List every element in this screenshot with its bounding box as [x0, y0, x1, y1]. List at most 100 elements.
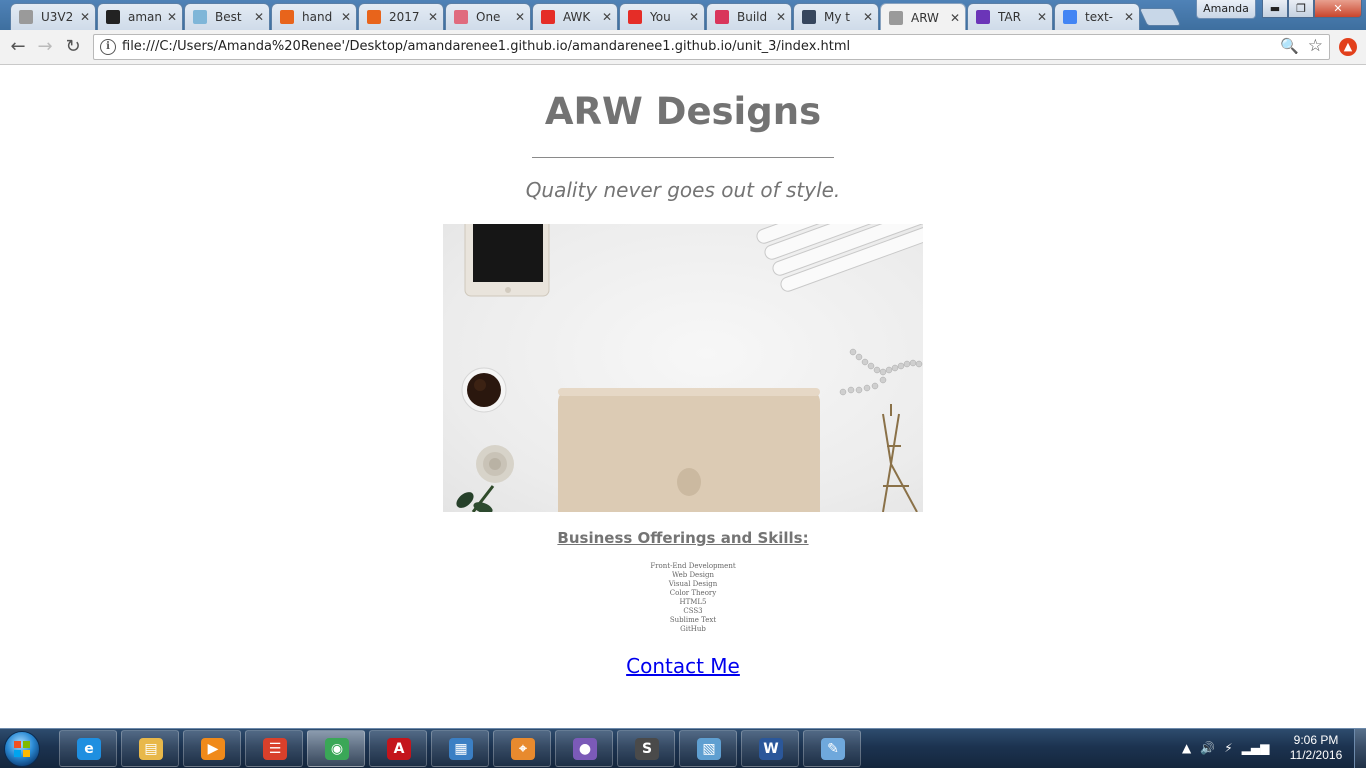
network-signal-icon[interactable]: ▂▄▆	[1242, 741, 1270, 755]
minimize-button[interactable]: ▬	[1262, 0, 1288, 18]
reload-button[interactable]: ↻	[62, 36, 84, 58]
profile-button[interactable]: Amanda	[1196, 0, 1256, 19]
address-bar[interactable]: i file:///C:/Users/Amanda%20Renee'/Deskt…	[93, 34, 1330, 60]
browser-tab[interactable]: text- ✕	[1054, 3, 1140, 30]
back-button[interactable]: ←	[7, 36, 29, 58]
bookmark-star-icon[interactable]: ☆	[1308, 36, 1323, 56]
close-tab-icon[interactable]: ✕	[949, 11, 961, 25]
close-tab-icon[interactable]: ✕	[427, 10, 439, 24]
tab-title: Build	[737, 10, 768, 24]
taskbar-app-button[interactable]: ▤	[121, 730, 179, 767]
taskbar-app-button[interactable]: W	[741, 730, 799, 767]
taskbar-app-button[interactable]: ✎	[803, 730, 861, 767]
circle-icon	[976, 10, 990, 24]
pearl-necklace-graphic	[839, 348, 923, 396]
browser-tab[interactable]: Best ✕	[184, 3, 270, 30]
taskbar-app-button[interactable]: A	[369, 730, 427, 767]
close-tab-icon[interactable]: ✕	[1123, 10, 1135, 24]
etsy-icon	[280, 10, 294, 24]
tab-title: TAR	[998, 10, 1021, 24]
page-icon	[19, 10, 33, 24]
github-desktop-icon: ●	[573, 738, 597, 760]
close-window-button[interactable]: ✕	[1314, 0, 1362, 18]
close-tab-icon[interactable]: ✕	[601, 10, 613, 24]
browser-tab[interactable]: My t ✕	[793, 3, 879, 30]
todoist-icon: ☰	[263, 738, 287, 760]
github-icon	[106, 10, 120, 24]
title-divider	[532, 157, 834, 158]
taskbar-app-button[interactable]: ☰	[245, 730, 303, 767]
taskbar-app-button[interactable]: ▦	[431, 730, 489, 767]
skill-item: Sublime Text	[669, 616, 717, 624]
skill-item: Front-End Development	[650, 562, 736, 570]
taskbar-app-button[interactable]: ●	[555, 730, 613, 767]
power-icon[interactable]: ⚡	[1224, 741, 1232, 755]
close-tab-icon[interactable]: ✕	[1036, 10, 1048, 24]
new-tab-button[interactable]	[1138, 8, 1182, 26]
tab-title: You	[650, 10, 671, 24]
ga-icon	[715, 10, 729, 24]
info-icon[interactable]: i	[100, 39, 116, 55]
taskbar-clock[interactable]: 9:06 PM 11/2/2016	[1282, 733, 1350, 763]
tab-title: hand	[302, 10, 333, 24]
web-page: ARW Designs Quality never goes out of st…	[0, 66, 1366, 728]
file-explorer-icon: ▤	[139, 738, 163, 760]
skill-item: GitHub	[680, 625, 706, 633]
maximize-button[interactable]: ❐	[1288, 0, 1314, 18]
contact-me-link[interactable]: Contact Me	[0, 654, 1366, 678]
browser-tab[interactable]: AWK ✕	[532, 3, 618, 30]
taskbar-app-button[interactable]: ⌖	[493, 730, 551, 767]
url-text[interactable]: file:///C:/Users/Amanda%20Renee'/Desktop…	[122, 39, 850, 54]
browser-tab[interactable]: hand ✕	[271, 3, 357, 30]
close-tab-icon[interactable]: ✕	[253, 10, 265, 24]
photos-icon: ▧	[697, 738, 721, 760]
tablet-graphic	[464, 224, 550, 297]
google-icon	[1063, 10, 1077, 24]
start-button[interactable]	[4, 731, 40, 767]
word-icon: W	[759, 738, 783, 760]
browser-tab[interactable]: Build ✕	[706, 3, 792, 30]
browser-tab[interactable]: U3V2 ✕	[10, 3, 96, 30]
coffee-cup-graphic	[461, 367, 507, 413]
close-tab-icon[interactable]: ✕	[862, 10, 874, 24]
browser-tab[interactable]: You ✕	[619, 3, 705, 30]
close-tab-icon[interactable]: ✕	[79, 10, 91, 24]
browser-tab[interactable]: One ✕	[445, 3, 531, 30]
show-desktop-button[interactable]	[1354, 729, 1366, 768]
youtube-icon	[541, 10, 555, 24]
shopify-icon	[454, 10, 468, 24]
forward-button[interactable]: →	[34, 36, 56, 58]
extension-icon[interactable]: ▲	[1339, 38, 1357, 56]
taskbar-app-button[interactable]: ▶	[183, 730, 241, 767]
skill-item: Web Design	[671, 571, 715, 579]
skill-item: CSS3	[683, 607, 703, 615]
zoom-icon[interactable]: 🔍	[1280, 37, 1299, 55]
browser-tab[interactable]: TAR ✕	[967, 3, 1053, 30]
skill-item: HTML5	[679, 598, 707, 606]
browser-tab[interactable]: aman ✕	[97, 3, 183, 30]
taskbar-app-button[interactable]: S	[617, 730, 675, 767]
close-tab-icon[interactable]: ✕	[775, 10, 787, 24]
close-tab-icon[interactable]: ✕	[340, 10, 352, 24]
media-player-icon: ▶	[201, 738, 225, 760]
laptop-graphic	[558, 388, 820, 512]
close-tab-icon[interactable]: ✕	[688, 10, 700, 24]
eiffel-tower-graphic	[882, 404, 918, 512]
tab-strip: text- ✕ TAR ✕ ARW ✕ My t ✕ Build ✕ You ✕ AWK ✕ One ✕ 201…	[0, 0, 1366, 31]
close-tab-icon[interactable]: ✕	[514, 10, 526, 24]
tab-title: One	[476, 10, 501, 24]
close-tab-icon[interactable]: ✕	[166, 10, 178, 24]
show-hidden-icons-icon[interactable]: ▲	[1182, 741, 1191, 755]
offerings-heading: Business Offerings and Skills:	[557, 529, 809, 547]
skill-item: Visual Design	[668, 580, 718, 588]
taskbar-app-button[interactable]: e	[59, 730, 117, 767]
acrobat-icon: A	[387, 738, 411, 760]
browser-tab[interactable]: ARW ✕	[880, 3, 966, 31]
taskbar-app-button[interactable]: ◉	[307, 730, 365, 767]
tab-title: My t	[824, 10, 850, 24]
tab-title: text-	[1085, 10, 1114, 24]
volume-icon[interactable]: 🔊	[1200, 741, 1215, 755]
browser-tab[interactable]: 2017 ✕	[358, 3, 444, 30]
tumblr-icon	[802, 10, 816, 24]
taskbar-app-button[interactable]: ▧	[679, 730, 737, 767]
